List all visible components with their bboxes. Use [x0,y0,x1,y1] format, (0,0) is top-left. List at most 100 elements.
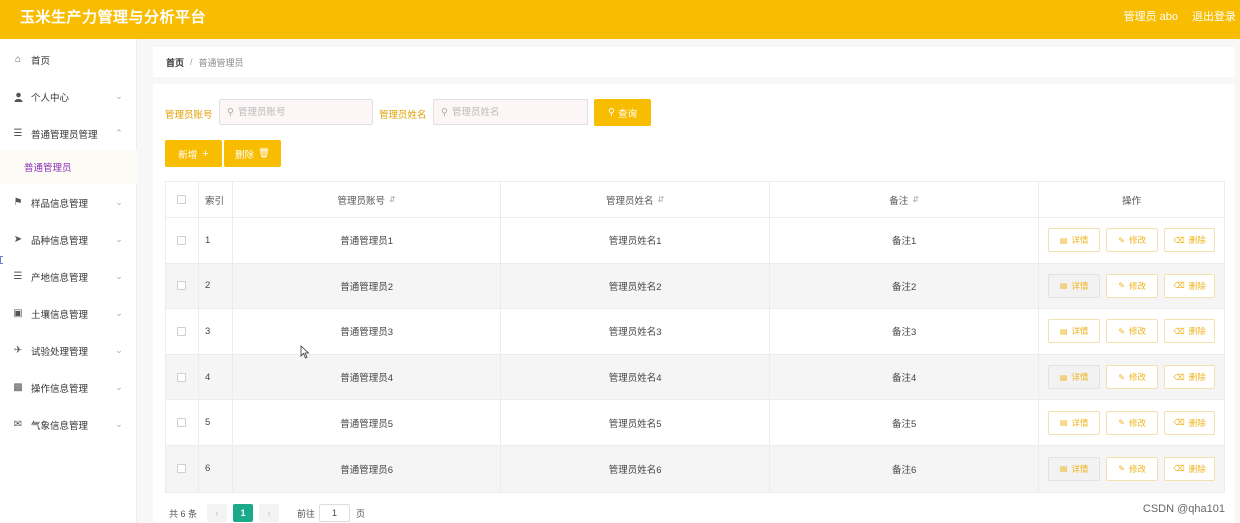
sidebar-item-soil-info[interactable]: ▣ 土壤信息管理 ⌄ [0,295,137,332]
edit-button[interactable]: ✎ 修改 [1106,365,1159,390]
header-name[interactable]: 管理员姓名 ⇵ [501,182,770,217]
table-header-row: 索引 管理员账号 ⇵ 管理员姓名 ⇵ 备注 ⇵ 操作 [166,182,1224,218]
sidebar-item-weather-info[interactable]: ✉ 气象信息管理 ⌄ [0,406,137,443]
row-note: 备注5 [770,400,1040,445]
account-search-field[interactable]: ⚲ [219,99,373,125]
edit-button[interactable]: ✎ 修改 [1106,228,1159,253]
header-index: 索引 [199,182,233,217]
query-button[interactable]: ⚲ 查询 [594,99,651,126]
sidebar-item-sample-info[interactable]: ⚑ 样品信息管理 ⌄ [0,184,137,221]
row-checkbox[interactable] [177,326,187,336]
delete-button[interactable]: ⌫ 删除 [1164,228,1216,253]
sort-icon[interactable]: ⇵ [912,195,919,204]
page-number-button[interactable]: 1 [233,504,254,522]
query-button-label: 查询 [617,108,637,120]
delete-button[interactable]: ⌫ 删除 [1164,410,1216,435]
sidebar-subitem-admin[interactable]: 普通管理员 [0,150,137,184]
trash-icon: ⌫ [1173,418,1185,428]
detail-button[interactable]: ▤ 详情 [1048,319,1101,344]
row-checkbox[interactable] [177,418,187,428]
row-account: 普通管理员3 [233,309,502,354]
trash-icon: ⌫ [1173,326,1185,336]
edit-button[interactable]: ✎ 修改 [1106,456,1159,481]
account-search-input[interactable] [237,106,358,118]
chevron-up-icon: ⌃ [115,128,123,138]
batch-delete-button[interactable]: 删除 🗑 [224,140,281,167]
prev-page-button[interactable]: ‹ [207,504,228,522]
header-ops: 操作 [1122,195,1142,207]
search-icon: ⚲ [227,106,234,118]
sidebar-item-home[interactable]: ⌂ 首页 [0,41,137,78]
mouse-cursor-icon [300,345,310,359]
name-search-field[interactable]: ⚲ [433,99,588,125]
sidebar-item-personal-center[interactable]: 个人中心 ⌄ [0,78,137,115]
trash-icon: ⌫ [1173,235,1185,245]
detail-button[interactable]: ▤ 详情 [1048,273,1101,298]
row-account: 普通管理员5 [233,400,502,445]
sidebar-item-operation-info[interactable]: ▩ 操作信息管理 ⌄ [0,369,137,406]
edit-label: 修改 [1129,417,1147,428]
sidebar-item-trial-management[interactable]: ✈ 试验处理管理 ⌄ [0,332,137,369]
select-all-checkbox[interactable] [177,195,187,204]
sidebar-item-label: 试验处理管理 [31,346,89,358]
detail-label: 详情 [1071,417,1089,428]
edge-marker [0,256,3,264]
header-account[interactable]: 管理员账号 ⇵ [233,182,502,217]
detail-button[interactable]: ▤ 详情 [1048,228,1101,253]
delete-button[interactable]: ⌫ 删除 [1164,456,1216,481]
detail-label: 详情 [1071,372,1089,383]
delete-label: 删除 [1188,372,1206,383]
chevron-down-icon: ⌄ [115,234,123,244]
home-icon: ⌂ [14,54,22,65]
delete-button[interactable]: ⌫ 删除 [1164,273,1216,298]
row-checkbox[interactable] [177,235,187,245]
goto-page-field[interactable] [319,504,351,522]
plus-icon: + [202,147,209,160]
sidebar-item-admin-management[interactable]: ☰ 普通管理员管理 ⌃ [0,115,137,152]
name-search-input[interactable] [451,106,572,118]
detail-label: 详情 [1071,463,1089,474]
edit-button[interactable]: ✎ 修改 [1106,273,1159,298]
delete-button[interactable]: ⌫ 删除 [1164,319,1216,344]
sort-icon[interactable]: ⇵ [389,195,396,204]
sidebar-item-variety-info[interactable]: ➤ 品种信息管理 ⌄ [0,221,137,258]
table-row: 4 普通管理员4 管理员姓名4 备注4 ▤ 详情 ✎ 修改 ⌫ 删除 [166,354,1224,401]
edit-button[interactable]: ✎ 修改 [1106,410,1159,435]
row-checkbox[interactable] [177,464,187,474]
row-select-cell [166,309,199,354]
row-checkbox[interactable] [177,372,187,382]
table-body: 1 普通管理员1 管理员姓名1 备注1 ▤ 详情 ✎ 修改 ⌫ 删除 2 普通管理员2 管理员姓名2 备注… [166,218,1224,492]
header-note-label: 备注 [889,195,909,207]
logout-button[interactable]: 退出登录 [1192,8,1236,24]
trash-icon: ⌫ [1173,464,1185,474]
delete-label: 删除 [1188,463,1206,474]
breadcrumb-current: 普通管理员 [198,57,244,68]
row-note: 备注1 [770,218,1040,263]
detail-button[interactable]: ▤ 详情 [1048,365,1101,390]
next-page-button[interactable]: › [259,504,280,522]
header-note[interactable]: 备注 ⇵ [770,182,1040,217]
detail-button[interactable]: ▤ 详情 [1048,410,1101,435]
edit-icon: ✎ [1118,372,1125,382]
row-checkbox[interactable] [177,281,187,291]
add-button[interactable]: 新增 + [165,140,222,167]
row-actions: ▤ 详情 ✎ 修改 ⌫ 删除 [1039,355,1224,400]
goto-page-input[interactable] [322,508,347,518]
breadcrumb-home-link[interactable]: 首页 [166,56,184,69]
table-row: 2 普通管理员2 管理员姓名2 备注2 ▤ 详情 ✎ 修改 ⌫ 删除 [166,263,1224,310]
row-index: 1 [199,218,233,263]
chevron-right-icon: › [267,508,271,518]
delete-button[interactable]: ⌫ 删除 [1164,365,1216,390]
document-icon: ▤ [1059,372,1068,382]
watermark: CSDN @qha101 [1142,503,1225,515]
sidebar: ⌂ 首页 个人中心 ⌄ ☰ 普通管理员管理 ⌃ 普通管理员 ⚑ 样品信息管理 ⌄… [0,39,137,523]
sidebar-item-label: 品种信息管理 [31,235,89,247]
edit-button[interactable]: ✎ 修改 [1106,319,1159,344]
detail-button[interactable]: ▤ 详情 [1048,456,1101,481]
table-row: 5 普通管理员5 管理员姓名5 备注5 ▤ 详情 ✎ 修改 ⌫ 删除 [166,400,1224,446]
sidebar-item-origin-info[interactable]: ☰ 产地信息管理 ⌄ [0,258,137,295]
row-index: 5 [199,400,233,445]
sort-icon[interactable]: ⇵ [658,195,665,204]
chevron-down-icon: ⌄ [115,308,123,318]
row-index: 6 [199,445,233,492]
